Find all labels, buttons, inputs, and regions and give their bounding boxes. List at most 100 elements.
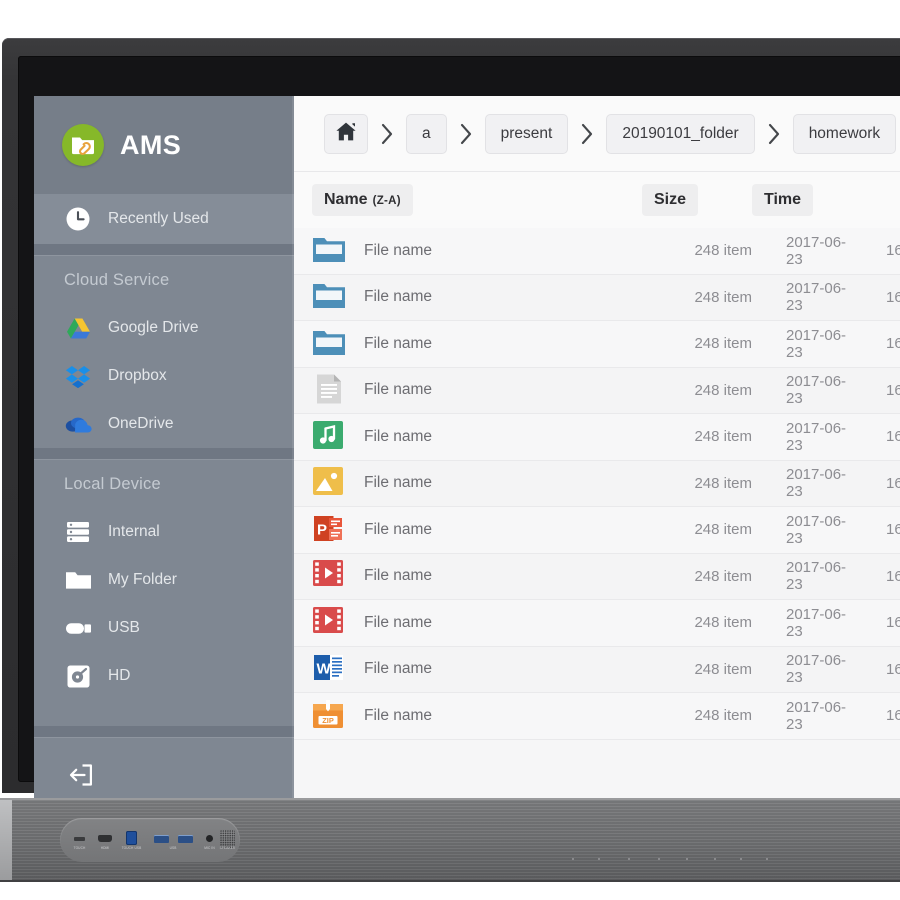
app-brand: AMS: [34, 96, 294, 194]
file-time-cell: 16: [860, 568, 900, 585]
sidebar-item-onedrive[interactable]: OneDrive: [34, 400, 294, 448]
file-name-label: File name: [364, 381, 432, 399]
hdmi-port-label: HDMI: [101, 846, 110, 850]
folder-paperclip-icon: [62, 124, 104, 166]
table-row[interactable]: W File name 248 item 2017-06-23 16: [294, 647, 900, 694]
breadcrumb-item-present[interactable]: present: [485, 114, 569, 154]
file-size-cell: 248 item: [642, 661, 752, 678]
touch-port-label: TOUCH: [74, 846, 86, 850]
file-time-cell: 16: [860, 707, 900, 724]
file-name-cell: File name: [312, 466, 642, 500]
video-icon: [312, 559, 346, 593]
usb-a-port-2[interactable]: [178, 835, 193, 843]
sidebar-item-dropbox[interactable]: Dropbox: [34, 352, 294, 400]
table-row[interactable]: P File name 248 item 2017-06-23 16: [294, 507, 900, 554]
sidebar-item-google-drive[interactable]: Google Drive: [34, 304, 294, 352]
column-header-size-label: Size: [642, 184, 698, 216]
table-row[interactable]: File name 248 item 2017-06-23 16: [294, 414, 900, 461]
onedrive-icon: [64, 415, 92, 434]
music-icon: [312, 420, 346, 454]
folder-icon: [312, 234, 346, 268]
file-size-cell: 248 item: [642, 428, 752, 445]
file-date-cell: 2017-06-23: [752, 234, 860, 268]
chevron-right-icon: [378, 123, 396, 145]
exit-icon[interactable]: [68, 763, 94, 792]
touch-port[interactable]: [74, 837, 85, 841]
file-name-cell: File name: [312, 280, 642, 314]
file-date-cell: 2017-06-23: [752, 466, 860, 500]
sidebar-section-title-local: Local Device: [34, 460, 294, 508]
file-list[interactable]: File name 248 item 2017-06-23 16 File na…: [294, 228, 900, 816]
file-name-label: File name: [364, 242, 432, 260]
table-row[interactable]: File name 248 item 2017-06-23 16: [294, 321, 900, 368]
sidebar-divider: [34, 448, 294, 459]
file-name-cell: File name: [312, 373, 642, 407]
column-header-time-label: Time: [752, 184, 813, 216]
file-name-cell: File name: [312, 234, 642, 268]
hdmi-port[interactable]: [98, 835, 112, 842]
powerpoint-icon: P: [312, 513, 346, 547]
file-time-cell: 16: [860, 428, 900, 445]
sidebar-item-my-folder[interactable]: My Folder: [34, 556, 294, 604]
audio-jack[interactable]: [206, 835, 213, 842]
table-row[interactable]: ZIP File name 248 item 2017-06-23 16: [294, 693, 900, 740]
table-row[interactable]: File name 248 item 2017-06-23 16: [294, 600, 900, 647]
breadcrumb-home-button[interactable]: [324, 114, 368, 154]
breadcrumb-item-a[interactable]: a: [406, 114, 447, 154]
sidebar-item-label: Dropbox: [108, 367, 167, 385]
sidebar-spacer: [34, 700, 294, 726]
table-row[interactable]: File name 248 item 2017-06-23 16: [294, 368, 900, 415]
app-title: AMS: [120, 130, 181, 161]
file-name-label: File name: [364, 474, 432, 492]
image-icon: [312, 466, 346, 500]
video-icon: [312, 606, 346, 640]
audio-jack-label: MIC IN: [204, 846, 215, 850]
sidebar-item-label: OneDrive: [108, 415, 173, 433]
sidebar: AMS Recently Used C: [34, 96, 294, 816]
sidebar-item-label: My Folder: [108, 571, 177, 589]
file-name-label: File name: [364, 567, 432, 585]
file-size-cell: 248 item: [642, 475, 752, 492]
file-size-cell: 248 item: [642, 289, 752, 306]
column-header-time[interactable]: Time: [752, 184, 900, 216]
table-row[interactable]: File name 248 item 2017-06-23 16: [294, 275, 900, 322]
chevron-right-icon: [457, 123, 475, 145]
display-bezel-outer: AMS Recently Used C: [2, 38, 900, 793]
device-soundbar: TOUCH HDMI TOUCH USB USB MIC IN SPEAKER: [0, 798, 900, 882]
usb-a-port-label: USB: [170, 846, 177, 850]
file-name-label: File name: [364, 521, 432, 539]
file-size-cell: 248 item: [642, 568, 752, 585]
table-row[interactable]: File name 248 item 2017-06-23 16: [294, 554, 900, 601]
usb-b-port[interactable]: [126, 831, 137, 845]
home-icon: [335, 121, 357, 147]
file-name-label: File name: [364, 428, 432, 446]
file-name-cell: P File name: [312, 513, 642, 547]
sidebar-item-internal[interactable]: Internal: [34, 508, 294, 556]
file-time-cell: 16: [860, 335, 900, 352]
file-name-label: File name: [364, 335, 432, 353]
table-row[interactable]: File name 248 item 2017-06-23 16: [294, 228, 900, 275]
file-date-cell: 2017-06-23: [752, 373, 860, 407]
breadcrumb-item-homework[interactable]: homework: [793, 114, 897, 154]
file-date-cell: 2017-06-23: [752, 652, 860, 686]
sidebar-item-usb[interactable]: USB: [34, 604, 294, 652]
file-manager-app: AMS Recently Used C: [34, 96, 900, 816]
clock-icon: [64, 206, 92, 232]
breadcrumb-item-20190101-folder[interactable]: 20190101_folder: [606, 114, 754, 154]
file-time-cell: 16: [860, 382, 900, 399]
speaker-grille-label: SPEAKER: [220, 846, 236, 850]
usb-drive-icon: [64, 621, 92, 636]
table-row[interactable]: File name 248 item 2017-06-23 16: [294, 461, 900, 508]
sidebar-item-recently-used[interactable]: Recently Used: [34, 194, 294, 244]
file-name-cell: File name: [312, 606, 642, 640]
usb-a-port-1[interactable]: [154, 835, 169, 843]
document-icon: [312, 373, 346, 407]
usb-b-port-label: TOUCH USB: [122, 846, 142, 850]
sidebar-item-label: USB: [108, 619, 140, 637]
folder-icon: [64, 569, 92, 591]
column-header-size[interactable]: Size: [642, 184, 752, 216]
column-header-name[interactable]: Name (Z-A): [312, 184, 642, 216]
column-header-name-label: Name: [324, 191, 368, 209]
sidebar-item-hd[interactable]: HD: [34, 652, 294, 700]
file-date-cell: 2017-06-23: [752, 699, 860, 733]
